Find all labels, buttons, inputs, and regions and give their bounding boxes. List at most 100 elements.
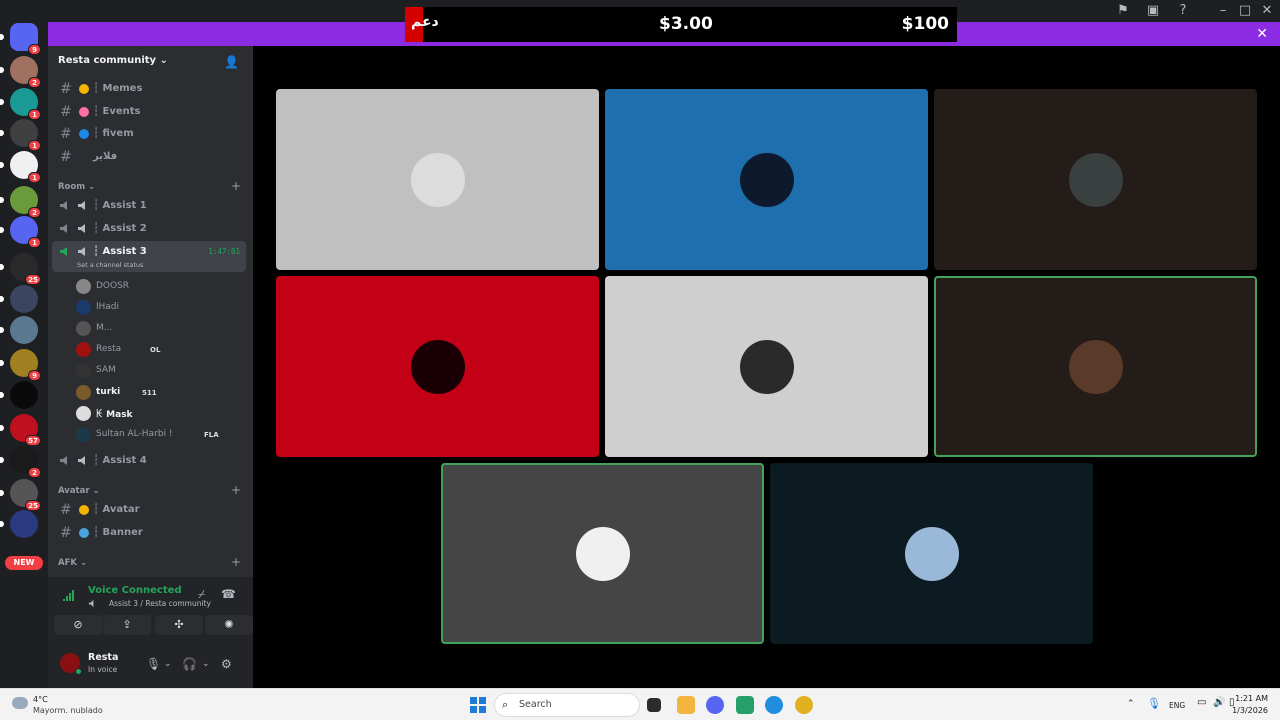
file-explorer-icon[interactable]: [677, 696, 695, 714]
server-icon[interactable]: 25: [10, 253, 41, 285]
voice-user[interactable]: SAM: [74, 361, 254, 381]
chrome-browser-icon[interactable]: [795, 696, 813, 714]
language-indicator[interactable]: ENG: [1169, 701, 1185, 710]
tray-monitor-icon[interactable]: ▭: [1197, 697, 1206, 708]
server-icon[interactable]: [10, 510, 38, 538]
user-name[interactable]: Resta: [88, 652, 118, 663]
user-avatar: [76, 321, 91, 336]
speaker-icon: [88, 599, 94, 608]
voice-channel[interactable]: ┆ Assist 3 1:47:01 Set a channel status: [52, 241, 246, 272]
voice-user[interactable]: Resta OL: [74, 340, 254, 360]
voice-channel[interactable]: ┆ Assist 2: [52, 218, 246, 240]
text-channel[interactable]: # فلاير: [52, 146, 246, 168]
weather-cloud-icon[interactable]: [12, 697, 28, 709]
voice-channel[interactable]: ┆ Assist 1: [52, 195, 246, 217]
text-channel[interactable]: # ┆ Events: [52, 101, 246, 123]
text-channel[interactable]: # ┆ Banner: [52, 522, 246, 544]
maximize-icon[interactable]: □: [1237, 3, 1253, 19]
text-channel[interactable]: # ┆ Avatar: [52, 499, 246, 521]
category-room[interactable]: Room ⌄: [58, 182, 95, 192]
weather-description[interactable]: Mayorm. nublado: [33, 706, 103, 715]
close-window-icon[interactable]: ✕: [1259, 3, 1275, 19]
create-channel-plus-icon[interactable]: +: [231, 555, 241, 569]
inbox-flag-icon[interactable]: ⚑: [1115, 3, 1131, 19]
mic-options-chevron-icon[interactable]: ⌄: [164, 659, 172, 669]
server-icon[interactable]: 1: [10, 151, 41, 183]
windows-start-icon[interactable]: [470, 697, 486, 713]
server-icon[interactable]: [10, 316, 38, 344]
clock-time[interactable]: 1:21 AM: [1235, 694, 1268, 703]
signal-icon[interactable]: [62, 589, 76, 603]
participant-video-tile[interactable]: [770, 463, 1093, 644]
create-channel-plus-icon[interactable]: +: [231, 483, 241, 497]
edge-browser-icon[interactable]: [765, 696, 783, 714]
server-name-dropdown[interactable]: Resta community ⌄: [58, 55, 168, 66]
taskbar-search-input[interactable]: ⌕ Search: [494, 693, 640, 717]
task-view-icon[interactable]: [647, 698, 661, 712]
server-icon[interactable]: 2: [10, 56, 41, 88]
voice-user[interactable]: turki 511: [74, 383, 254, 403]
server-icon[interactable]: 2: [10, 446, 41, 478]
category-afk[interactable]: AFK ⌄: [58, 558, 87, 568]
whatsapp-app-icon[interactable]: [736, 696, 754, 714]
microphone-icon[interactable]: 🎙: [146, 657, 161, 671]
close-banner-icon[interactable]: ✕: [1256, 25, 1268, 43]
server-icon[interactable]: 25: [10, 479, 41, 511]
discord-app-icon[interactable]: [706, 696, 724, 714]
tray-chevron-up-icon[interactable]: ⌃: [1127, 699, 1135, 709]
channel-label: ┆ Assist 4: [93, 455, 147, 466]
participant-video-tile[interactable]: [934, 89, 1257, 270]
server-icon[interactable]: [10, 381, 38, 409]
server-notification-badge: 1: [28, 109, 41, 120]
participant-video-tile[interactable]: [934, 276, 1257, 457]
voice-user[interactable]: DOOSR: [74, 277, 254, 297]
channel-status-prompt[interactable]: Set a channel status: [77, 261, 144, 269]
voice-user[interactable]: lHadi: [74, 298, 254, 318]
voice-user[interactable]: M...: [74, 319, 254, 339]
voice-channel[interactable]: ┆ Assist 4: [52, 450, 246, 472]
participant-video-tile[interactable]: [605, 276, 928, 457]
audio-options-chevron-icon[interactable]: ⌄: [202, 659, 210, 669]
noise-suppression-icon[interactable]: ⌿: [198, 587, 205, 602]
voice-channel-path[interactable]: Assist 3 / Resta community: [109, 599, 211, 608]
screen-share-icon[interactable]: ▣: [1145, 3, 1161, 19]
headphones-icon[interactable]: 🎧: [182, 657, 197, 671]
category-avatar[interactable]: Avatar ⌄: [58, 486, 100, 496]
server-icon[interactable]: [10, 285, 38, 313]
clock-date[interactable]: 1/3/2026: [1232, 706, 1268, 715]
hashtag-icon: #: [60, 502, 72, 518]
voice-user[interactable]: Sultan AL-Harbi ! FLA: [74, 425, 254, 445]
new-badge[interactable]: NEW: [5, 556, 43, 570]
participant-video-tile[interactable]: [441, 463, 764, 644]
discord-home-icon[interactable]: 9: [10, 23, 41, 55]
screen-share-button[interactable]: ⇪: [103, 615, 151, 635]
server-icon[interactable]: 1: [10, 88, 41, 120]
server-icon[interactable]: 2: [10, 186, 41, 218]
create-channel-plus-icon[interactable]: +: [231, 179, 241, 193]
help-icon[interactable]: ?: [1175, 3, 1191, 19]
tray-volume-icon[interactable]: 🔊: [1213, 697, 1225, 708]
voice-connected-title[interactable]: Voice Connected: [88, 585, 182, 596]
add-member-icon[interactable]: 👤: [224, 55, 239, 69]
server-icon[interactable]: 1: [10, 216, 41, 248]
settings-gear-icon[interactable]: ⚙: [221, 657, 232, 671]
server-icon[interactable]: 1: [10, 119, 41, 151]
participant-video-tile[interactable]: [276, 89, 599, 270]
participant-video-tile[interactable]: [605, 89, 928, 270]
server-icon[interactable]: 9: [10, 349, 41, 381]
activities-button[interactable]: ✣: [155, 615, 203, 635]
server-icon[interactable]: 57: [10, 414, 41, 446]
disconnect-icon[interactable]: ☎: [221, 587, 236, 601]
tray-microphone-icon[interactable]: 🎙: [1147, 697, 1161, 710]
camera-off-button[interactable]: ⊘: [54, 615, 102, 635]
text-channel[interactable]: # ┆ fivem: [52, 123, 246, 145]
voice-user[interactable]: ꀘ Mask: [74, 404, 254, 424]
server-notification-badge: 1: [28, 140, 41, 151]
server-notification-badge: 25: [25, 500, 41, 511]
participant-video-tile[interactable]: [276, 276, 599, 457]
weather-temperature[interactable]: 4°C: [33, 695, 48, 704]
minimize-icon[interactable]: –: [1215, 3, 1231, 19]
soundboard-button[interactable]: ✺: [205, 615, 253, 635]
text-channel[interactable]: # ┆ Memes: [52, 78, 246, 100]
user-name: lHadi: [96, 302, 119, 312]
